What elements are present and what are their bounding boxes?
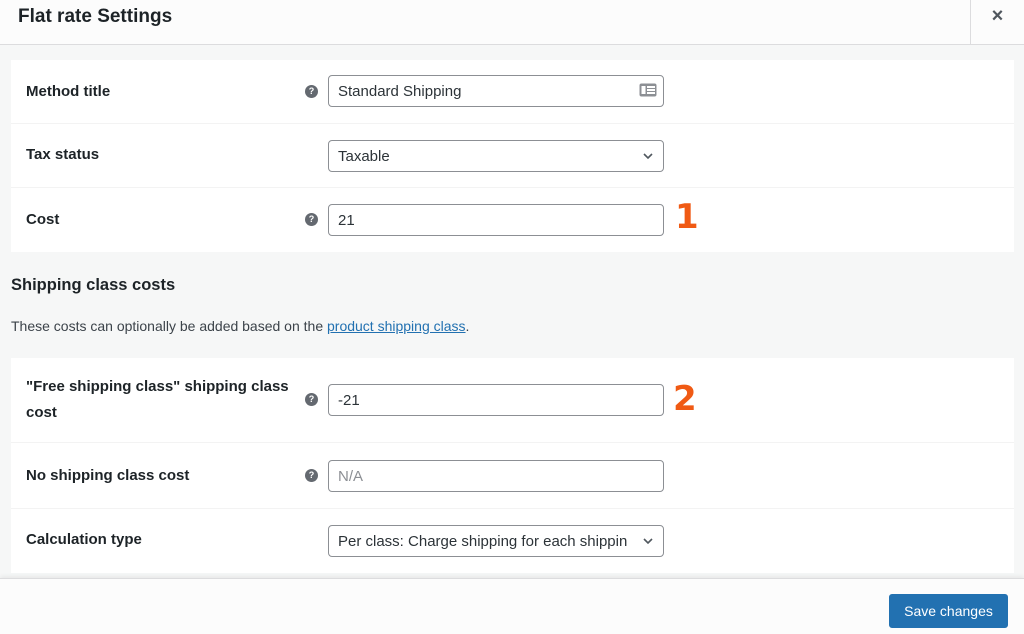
cost-row: Cost ? 21 1: [11, 188, 1014, 252]
calculation-type-row: Calculation type Per class: Charge shipp…: [11, 509, 1014, 573]
cost-label: Cost: [26, 211, 60, 228]
calculation-type-label: Calculation type: [26, 531, 142, 548]
no-shipping-class-cost-row: No shipping class cost ? N/A: [11, 443, 1014, 509]
question-circle-icon[interactable]: ?: [305, 469, 318, 482]
question-circle-icon[interactable]: ?: [305, 393, 318, 406]
id-card-icon: [639, 83, 657, 97]
method-title-value: Standard Shipping: [338, 82, 462, 100]
save-changes-button[interactable]: Save changes: [889, 594, 1008, 628]
section-description: These costs can optionally be added base…: [11, 318, 469, 334]
cost-value: 21: [338, 211, 355, 229]
free-shipping-class-cost-row: "Free shipping class" shipping class cos…: [11, 358, 1014, 443]
modal-footer: Save changes: [0, 578, 1024, 634]
method-title-row: Method title ? Standard Shipping: [11, 60, 1014, 124]
calculation-type-select[interactable]: Per class: Charge shipping for each ship…: [328, 525, 664, 557]
method-title-input[interactable]: Standard Shipping: [328, 75, 664, 107]
question-circle-icon[interactable]: ?: [305, 85, 318, 98]
product-shipping-class-link[interactable]: product shipping class: [327, 318, 466, 334]
chevron-down-icon: [643, 153, 653, 160]
annotation-2: 2: [673, 379, 697, 419]
no-shipping-class-cost-input[interactable]: N/A: [328, 460, 664, 492]
free-shipping-class-cost-value: -21: [338, 391, 360, 409]
tax-status-value: Taxable: [338, 147, 390, 165]
label-line-1: "Free shipping class" shipping class: [26, 378, 289, 395]
chevron-down-icon: [641, 534, 655, 548]
section-desc-suffix: .: [465, 318, 470, 334]
no-shipping-class-cost-label: No shipping class cost: [26, 467, 190, 484]
shipping-class-card: "Free shipping class" shipping class cos…: [11, 358, 1014, 573]
no-shipping-class-cost-placeholder: N/A: [338, 467, 364, 485]
tax-status-label: Tax status: [26, 146, 100, 163]
method-title-label: Method title: [26, 83, 111, 100]
general-settings-card: Method title ? Standard Shipping Tax sta…: [11, 60, 1014, 252]
label-line-2: cost: [26, 404, 57, 421]
tax-status-row: Tax status Taxable: [11, 124, 1014, 188]
modal-title: Flat rate Settings: [18, 6, 173, 27]
question-circle-icon[interactable]: ?: [305, 213, 318, 226]
free-shipping-class-cost-input[interactable]: -21: [328, 384, 664, 416]
modal-body: Method title ? Standard Shipping Tax sta…: [0, 45, 1024, 578]
free-shipping-class-cost-label: "Free shipping class" shipping class cos…: [26, 374, 289, 426]
section-title: Shipping class costs: [11, 276, 176, 294]
cost-input[interactable]: 21: [328, 204, 664, 236]
tax-status-select[interactable]: Taxable: [328, 140, 664, 172]
close-icon: ×: [991, 5, 1004, 27]
annotation-1: 1: [675, 197, 699, 237]
calculation-type-value: Per class: Charge shipping for each ship…: [338, 532, 628, 550]
close-button[interactable]: ×: [970, 0, 1024, 44]
modal-header: Flat rate Settings ×: [0, 0, 1024, 45]
section-desc-prefix: These costs can optionally be added base…: [11, 318, 327, 334]
